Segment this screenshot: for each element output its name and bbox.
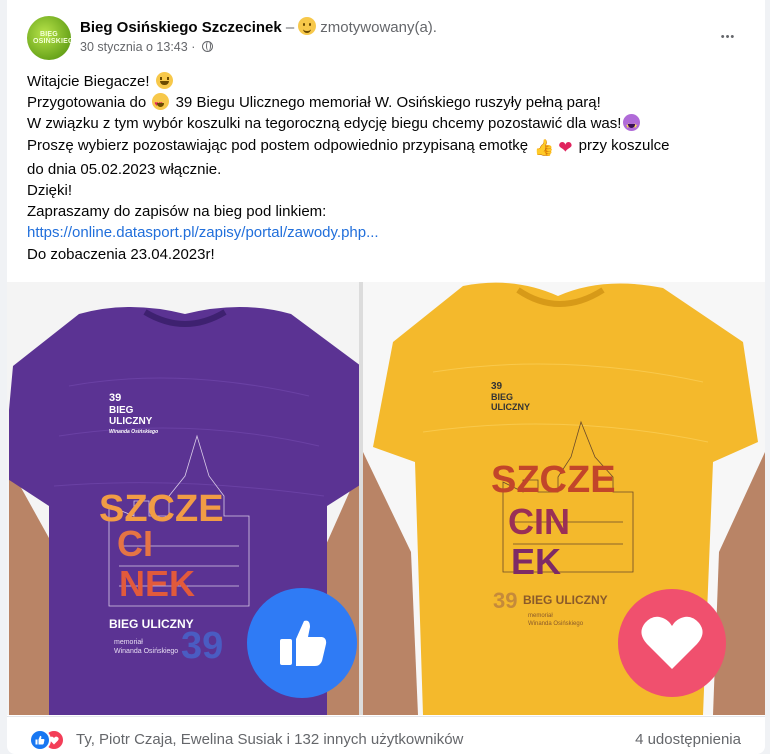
author-name[interactable]: Bieg Osińskiego Szczecinek — [80, 19, 282, 36]
text-line-2: Przygotowania do 39 Biegu Ulicznego memo… — [27, 92, 747, 115]
purple-big-word-3: NEK — [119, 563, 195, 604]
yellow-logo-bieg: BIEG — [491, 392, 513, 402]
heart-large-icon — [641, 616, 703, 669]
facebook-post: BIEG OSIŃSKIEGO Bieg Osińskiego Szczecin… — [7, 0, 765, 754]
purple-logo-bieg: BIEG — [109, 405, 134, 416]
text-line-5: do dnia 05.02.2023 włącznie. — [27, 160, 222, 178]
photo-purple-shirt[interactable]: 39 BIEG ULICZNY Winanda Osińskiego SZCZE… — [7, 282, 359, 715]
meta-dot: · — [191, 40, 196, 54]
author-line: Bieg Osińskiego Szczecinek – zmotywowany(… — [80, 17, 437, 36]
text-line-1: Witajcie Biegacze! — [27, 71, 747, 92]
post-header: BIEG OSIŃSKIEGO Bieg Osińskiego Szczecin… — [7, 12, 765, 62]
star-struck-icon — [623, 114, 641, 138]
post-meta: 30 stycznia o 13:43 · — [80, 40, 213, 54]
thumbs-up-icon: 👍 — [534, 139, 555, 157]
yellow-big-word-1: SZCZE — [491, 459, 616, 501]
purple-logo-sub: Winanda Osińskiego — [109, 429, 158, 435]
post-timestamp[interactable]: 30 stycznia o 13:43 — [80, 40, 188, 54]
reactions-summary[interactable]: Ty, Piotr Czaja, Ewelina Susiak i 132 in… — [76, 731, 463, 748]
post-text: Witajcie Biegacze! Przygotowania do 39 B… — [27, 71, 747, 265]
purple-bottom-name: Winanda Osińskiego — [114, 648, 178, 655]
photo-yellow-shirt[interactable]: 39 BIEG ULICZNY SZCZE CIN EK 39 BIEG ULI… — [363, 282, 765, 715]
love-reaction-badge — [618, 589, 726, 697]
purple-big-word-2: CI — [117, 523, 153, 564]
ellipsis-icon: ••• — [720, 31, 736, 43]
text-line-7: Zapraszamy do zapisów na bieg pod linkie… — [27, 203, 327, 221]
text-line-8: https://online.datasport.pl/zapisy/porta… — [27, 222, 747, 243]
registration-link[interactable]: https://online.datasport.pl/zapisy/porta… — [27, 224, 379, 241]
text-line-4: Proszę wybierz pozostawiając pod postem … — [27, 135, 747, 159]
yellow-bottom-memorial: memoriał — [528, 613, 553, 619]
post-footer: Ty, Piotr Czaja, Ewelina Susiak i 132 in… — [7, 716, 765, 754]
globe-icon[interactable] — [201, 41, 213, 52]
yellow-bottom-name: Winanda Osińskiego — [528, 621, 584, 627]
smiling-face-icon — [298, 17, 317, 35]
feeling-text: zmotywowany(a). — [320, 19, 437, 36]
reaction-icons[interactable] — [29, 729, 69, 751]
like-reaction-badge — [247, 588, 357, 698]
heart-eyes-icon — [152, 93, 170, 115]
text-line-3: W związku z tym wybór koszulki na tegoro… — [27, 113, 747, 138]
purple-bottom-memorial: memoriał — [114, 639, 143, 646]
yellow-logo-number: 39 — [491, 381, 503, 392]
page-avatar[interactable]: BIEG OSIŃSKIEGO — [27, 16, 71, 60]
yellow-big-word-2: CIN — [508, 501, 570, 542]
purple-logo-uliczny: ULICZNY — [109, 416, 153, 427]
red-heart-icon: ❤ — [558, 137, 573, 157]
yellow-bottom-title: BIEG ULICZNY — [523, 593, 608, 607]
yellow-bottom-number: 39 — [493, 588, 517, 613]
like-mini-icon — [29, 729, 51, 751]
text-line-9: Do zobaczenia 23.04.2023r! — [27, 245, 215, 263]
text-line-6: Dzięki! — [27, 182, 73, 200]
author-separator: – — [285, 19, 295, 36]
yellow-big-word-3: EK — [511, 541, 561, 582]
avatar-logo-text: BIEG OSIŃSKIEGO — [33, 31, 71, 45]
more-options-button[interactable]: ••• — [713, 22, 743, 52]
grinning-face-icon — [155, 72, 173, 89]
purple-bottom-number: 39 — [181, 625, 223, 667]
thumbs-up-large-icon — [280, 620, 327, 666]
shares-count[interactable]: 4 udostępnienia — [635, 731, 741, 748]
yellow-logo-uliczny: ULICZNY — [491, 402, 530, 412]
purple-logo-number: 39 — [109, 392, 121, 404]
